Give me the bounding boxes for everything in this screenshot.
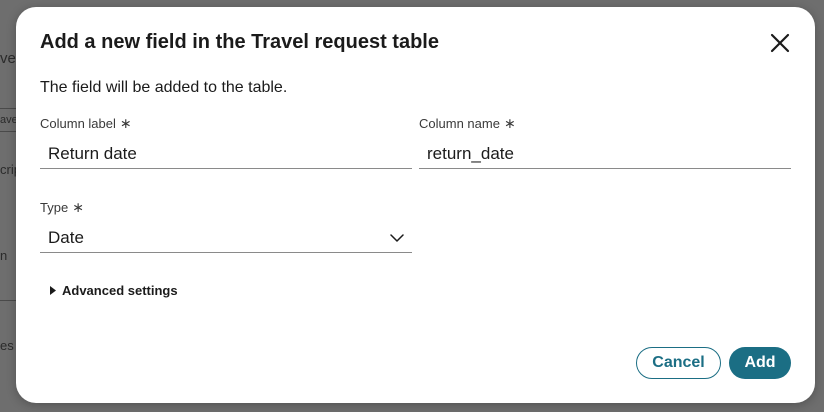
advanced-settings-toggle[interactable]: Advanced settings (50, 283, 178, 298)
background-text: ve (0, 50, 16, 67)
close-button[interactable] (764, 27, 796, 59)
column-label-input[interactable]: Return date (40, 140, 412, 169)
add-field-dialog: Add a new field in the Travel request ta… (16, 7, 815, 403)
column-name-input[interactable]: return_date (419, 140, 791, 169)
advanced-settings-label: Advanced settings (62, 283, 178, 298)
column-label-field: Column label ∗ Return date (40, 115, 412, 169)
column-label-label: Column label (40, 116, 116, 131)
type-select[interactable]: Date (40, 224, 412, 253)
required-marker: ∗ (72, 199, 84, 215)
column-name-field: Column name ∗ return_date (419, 115, 791, 169)
background-text: n (0, 248, 8, 263)
column-name-value: return_date (427, 144, 514, 163)
column-label-value: Return date (48, 144, 137, 163)
cancel-button[interactable]: Cancel (636, 347, 721, 379)
caret-right-icon (50, 286, 56, 295)
dialog-title: Add a new field in the Travel request ta… (40, 31, 439, 53)
type-field: Type ∗ Date (40, 199, 412, 253)
required-marker: ∗ (503, 115, 516, 131)
chevron-down-icon (390, 234, 404, 242)
dialog-description: The field will be added to the table. (40, 79, 288, 96)
close-icon (770, 33, 790, 53)
type-label: Type (40, 200, 69, 215)
required-marker: ∗ (119, 115, 132, 131)
background-text: es (0, 338, 14, 353)
add-button[interactable]: Add (729, 347, 791, 379)
type-value: Date (48, 228, 84, 247)
column-name-label: Column name (419, 116, 500, 131)
